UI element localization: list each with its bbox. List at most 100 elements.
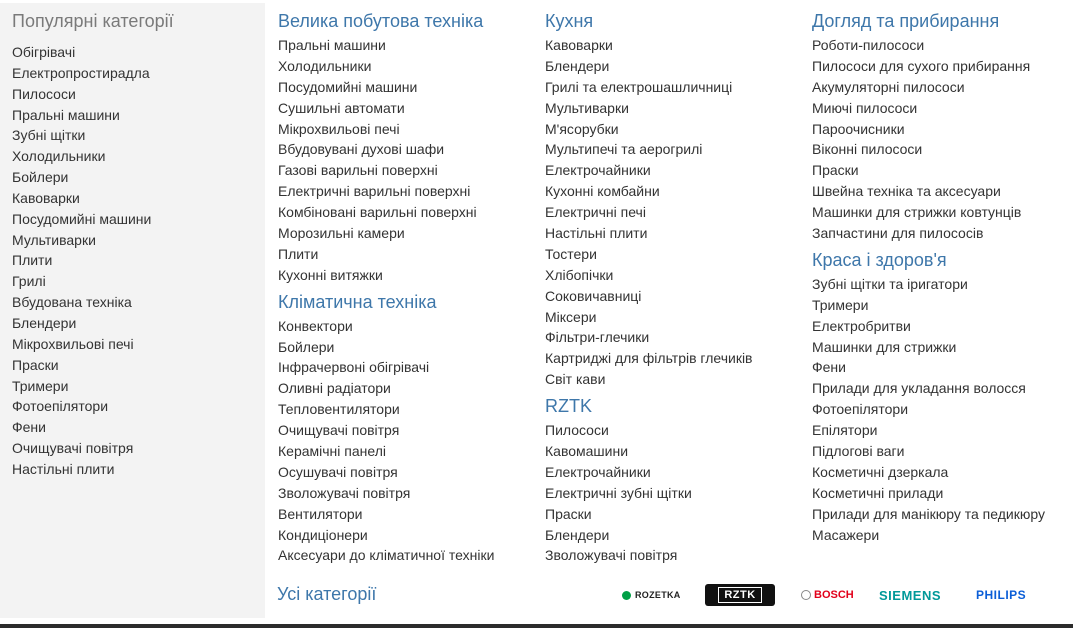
category-link[interactable]: Акумуляторні пилососи xyxy=(812,77,1050,98)
sidebar-item[interactable]: Вбудована техніка xyxy=(12,292,151,313)
category-link[interactable]: Роботи-пилососи xyxy=(812,35,1050,56)
all-categories-link[interactable]: Усі категорії xyxy=(277,584,376,605)
category-link[interactable]: Пилососи xyxy=(545,420,800,441)
sidebar-item[interactable]: Фотоепілятори xyxy=(12,396,151,417)
category-link[interactable]: Кухонні витяжки xyxy=(278,265,533,286)
brand-philips-logo[interactable]: PHILIPS xyxy=(976,584,1026,606)
category-link[interactable]: Підлогові ваги xyxy=(812,441,1050,462)
category-link[interactable]: Фотоепілятори xyxy=(812,399,1050,420)
category-link[interactable]: Очищувачі повітря xyxy=(278,420,533,441)
category-link[interactable]: Епілятори xyxy=(812,420,1050,441)
category-link[interactable]: Оливні радіатори xyxy=(278,378,533,399)
category-link[interactable]: Соковичавниці xyxy=(545,286,800,307)
category-link[interactable]: Пральні машини xyxy=(278,35,533,56)
category-link[interactable]: Настільні плити xyxy=(545,223,800,244)
sidebar-item[interactable]: Холодильники xyxy=(12,146,151,167)
category-link[interactable]: Плити xyxy=(278,244,533,265)
sidebar-item[interactable]: Пральні машини xyxy=(12,105,151,126)
category-link[interactable]: Інфрачервоні обігрівачі xyxy=(278,357,533,378)
sidebar-item[interactable]: Обігрівачі xyxy=(12,42,151,63)
sidebar-item[interactable]: Праски xyxy=(12,355,151,376)
category-link[interactable]: Осушувачі повітря xyxy=(278,462,533,483)
category-link[interactable]: Електричні печі xyxy=(545,202,800,223)
brand-rozetka-logo[interactable]: ROZETKA xyxy=(622,584,681,606)
sidebar-item[interactable]: Зубні щітки xyxy=(12,125,151,146)
sidebar-item[interactable]: Електропростирадла xyxy=(12,63,151,84)
group-title-large-appliances[interactable]: Велика побутова техніка xyxy=(278,10,533,32)
category-link[interactable]: Пилососи для сухого прибирання xyxy=(812,56,1050,77)
category-link[interactable]: Блендери xyxy=(545,56,800,77)
category-link[interactable]: Електрочайники xyxy=(545,160,800,181)
group-title-beauty-health[interactable]: Краса і здоров'я xyxy=(812,249,1050,271)
sidebar-item[interactable]: Плити xyxy=(12,250,151,271)
category-link[interactable]: Фени xyxy=(812,357,1050,378)
category-link[interactable]: Сушильні автомати xyxy=(278,98,533,119)
category-link[interactable]: Холодильники xyxy=(278,56,533,77)
brand-rztk-logo[interactable]: RZTK xyxy=(705,584,775,606)
category-link[interactable]: Праски xyxy=(545,504,800,525)
sidebar-item[interactable]: Мікрохвильові печі xyxy=(12,334,151,355)
category-link[interactable]: М'ясорубки xyxy=(545,119,800,140)
category-link[interactable]: Зубні щітки та іригатори xyxy=(812,274,1050,295)
category-link[interactable]: Тостери xyxy=(545,244,800,265)
sidebar-item[interactable]: Кавоварки xyxy=(12,188,151,209)
category-link[interactable]: Прилади для манікюру та педикюру xyxy=(812,504,1050,525)
category-link[interactable]: Косметичні прилади xyxy=(812,483,1050,504)
category-link[interactable]: Міксери xyxy=(545,307,800,328)
category-link[interactable]: Швейна техніка та аксесуари xyxy=(812,181,1050,202)
category-link[interactable]: Машинки для стрижки xyxy=(812,337,1050,358)
category-link[interactable]: Вентилятори xyxy=(278,504,533,525)
sidebar-item[interactable]: Блендери xyxy=(12,313,151,334)
category-link[interactable]: Мультипечі та аерогрилі xyxy=(545,139,800,160)
sidebar-item[interactable]: Тримери xyxy=(12,376,151,397)
category-link[interactable]: Кондиціонери xyxy=(278,525,533,546)
category-link[interactable]: Віконні пилососи xyxy=(812,139,1050,160)
category-link[interactable]: Кавоварки xyxy=(545,35,800,56)
category-link[interactable]: Тримери xyxy=(812,295,1050,316)
category-link[interactable]: Світ кави xyxy=(545,369,800,390)
category-link[interactable]: Кавомашини xyxy=(545,441,800,462)
category-link[interactable]: Масажери xyxy=(812,525,1050,546)
category-link[interactable]: Косметичні дзеркала xyxy=(812,462,1050,483)
category-link[interactable]: Керамічні панелі xyxy=(278,441,533,462)
sidebar-item[interactable]: Настільні плити xyxy=(12,459,151,480)
category-link[interactable]: Прилади для укладання волосся xyxy=(812,378,1050,399)
category-link[interactable]: Кухонні комбайни xyxy=(545,181,800,202)
category-link[interactable]: Запчастини для пилососів xyxy=(812,223,1050,244)
category-link[interactable]: Вбудовувані духові шафи xyxy=(278,139,533,160)
brand-bosch-logo[interactable]: BOSCH xyxy=(801,584,854,606)
category-link[interactable]: Електробритви xyxy=(812,316,1050,337)
category-link[interactable]: Хлібопічки xyxy=(545,265,800,286)
category-link[interactable]: Фільтри-глечики xyxy=(545,327,800,348)
sidebar-item[interactable]: Посудомийні машини xyxy=(12,209,151,230)
group-title-kitchen[interactable]: Кухня xyxy=(545,10,800,32)
sidebar-item[interactable]: Фени xyxy=(12,417,151,438)
category-link[interactable]: Блендери xyxy=(545,525,800,546)
group-title-climate[interactable]: Кліматична техніка xyxy=(278,291,533,313)
category-link[interactable]: Морозильні камери xyxy=(278,223,533,244)
category-link[interactable]: Електричні зубні щітки xyxy=(545,483,800,504)
category-link[interactable]: Картриджі для фільтрів глечиків xyxy=(545,348,800,369)
category-link[interactable]: Зволожувачі повітря xyxy=(278,483,533,504)
sidebar-item[interactable]: Мультиварки xyxy=(12,230,151,251)
category-link[interactable]: Тепловентилятори xyxy=(278,399,533,420)
sidebar-item[interactable]: Очищувачі повітря xyxy=(12,438,151,459)
category-link[interactable]: Мультиварки xyxy=(545,98,800,119)
category-link[interactable]: Миючі пилососи xyxy=(812,98,1050,119)
category-link[interactable]: Бойлери xyxy=(278,337,533,358)
brand-siemens-logo[interactable]: SIEMENS xyxy=(879,584,941,606)
category-link[interactable]: Комбіновані варильні поверхні xyxy=(278,202,533,223)
category-link[interactable]: Грилі та електрошашличниці xyxy=(545,77,800,98)
category-link[interactable]: Електрочайники xyxy=(545,462,800,483)
category-link[interactable]: Зволожувачі повітря xyxy=(545,545,800,566)
group-title-cleaning[interactable]: Догляд та прибирання xyxy=(812,10,1050,32)
category-link[interactable]: Газові варильні поверхні xyxy=(278,160,533,181)
category-link[interactable]: Посудомийні машини xyxy=(278,77,533,98)
group-title-rztk[interactable]: RZTK xyxy=(545,395,800,417)
sidebar-item[interactable]: Бойлери xyxy=(12,167,151,188)
category-link[interactable]: Конвектори xyxy=(278,316,533,337)
category-link[interactable]: Пароочисники xyxy=(812,119,1050,140)
sidebar-item[interactable]: Грилі xyxy=(12,271,151,292)
category-link[interactable]: Машинки для стрижки ковтунців xyxy=(812,202,1050,223)
category-link[interactable]: Праски xyxy=(812,160,1050,181)
